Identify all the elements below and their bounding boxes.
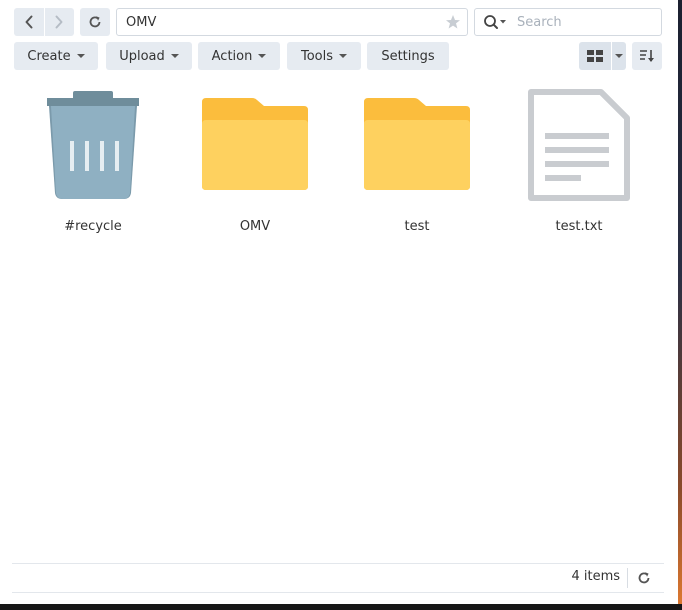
settings-button[interactable]: Settings bbox=[367, 42, 449, 70]
caret-down-icon bbox=[258, 54, 267, 58]
upload-label: Upload bbox=[119, 48, 165, 64]
chevron-right-icon bbox=[55, 15, 63, 29]
search-icon[interactable] bbox=[483, 14, 509, 30]
tools-button[interactable]: Tools bbox=[287, 42, 361, 70]
file-item-test[interactable]: test bbox=[342, 86, 492, 236]
refresh-button[interactable] bbox=[80, 8, 110, 36]
item-count: 4 items bbox=[571, 569, 620, 584]
file-name: test.txt bbox=[555, 219, 603, 234]
file-item-recycle[interactable]: #recycle bbox=[18, 86, 168, 236]
search-field[interactable] bbox=[474, 8, 662, 36]
sort-icon bbox=[640, 50, 654, 62]
chevron-left-icon bbox=[25, 15, 33, 29]
folder-icon bbox=[357, 86, 477, 204]
caret-down-icon bbox=[76, 54, 85, 58]
file-name: OMV bbox=[239, 219, 271, 234]
action-button[interactable]: Action bbox=[198, 42, 280, 70]
path-text: OMV bbox=[126, 14, 157, 30]
grid-view-icon bbox=[587, 50, 603, 62]
file-item-omv[interactable]: OMV bbox=[180, 86, 330, 236]
history-nav-group bbox=[14, 8, 74, 36]
grid-view-button[interactable] bbox=[579, 42, 611, 70]
caret-down-icon bbox=[615, 54, 623, 58]
settings-label: Settings bbox=[381, 48, 435, 64]
sort-button[interactable] bbox=[632, 42, 662, 70]
refresh-icon bbox=[89, 16, 101, 28]
divider bbox=[12, 592, 664, 593]
view-mode-switch bbox=[579, 42, 626, 70]
caret-down-icon bbox=[339, 54, 348, 58]
search-input[interactable] bbox=[515, 13, 655, 31]
tools-label: Tools bbox=[300, 48, 334, 64]
forward-button[interactable] bbox=[45, 8, 75, 36]
caret-down-icon bbox=[170, 54, 179, 58]
recycle-bin-icon bbox=[33, 86, 153, 204]
upload-button[interactable]: Upload bbox=[106, 42, 192, 70]
folder-icon bbox=[195, 86, 315, 204]
file-item-test-txt[interactable]: test.txt bbox=[504, 86, 654, 236]
path-field[interactable]: OMV bbox=[116, 8, 468, 36]
action-label: Action bbox=[211, 48, 253, 64]
create-label: Create bbox=[27, 48, 71, 64]
file-station-window: OMV Create Upload Action Tools Settings bbox=[0, 0, 678, 604]
divider bbox=[627, 568, 628, 588]
star-icon[interactable] bbox=[445, 14, 461, 30]
text-file-icon bbox=[519, 86, 639, 204]
refresh-icon bbox=[638, 572, 650, 584]
create-button[interactable]: Create bbox=[14, 42, 98, 70]
desktop-background bbox=[0, 604, 682, 610]
divider bbox=[12, 563, 664, 564]
view-options-dropdown[interactable] bbox=[612, 42, 626, 70]
file-name: #recycle bbox=[64, 219, 122, 234]
desktop-background bbox=[678, 0, 682, 610]
back-button[interactable] bbox=[14, 8, 44, 36]
file-name: test bbox=[404, 219, 430, 234]
status-refresh-button[interactable] bbox=[634, 568, 654, 588]
